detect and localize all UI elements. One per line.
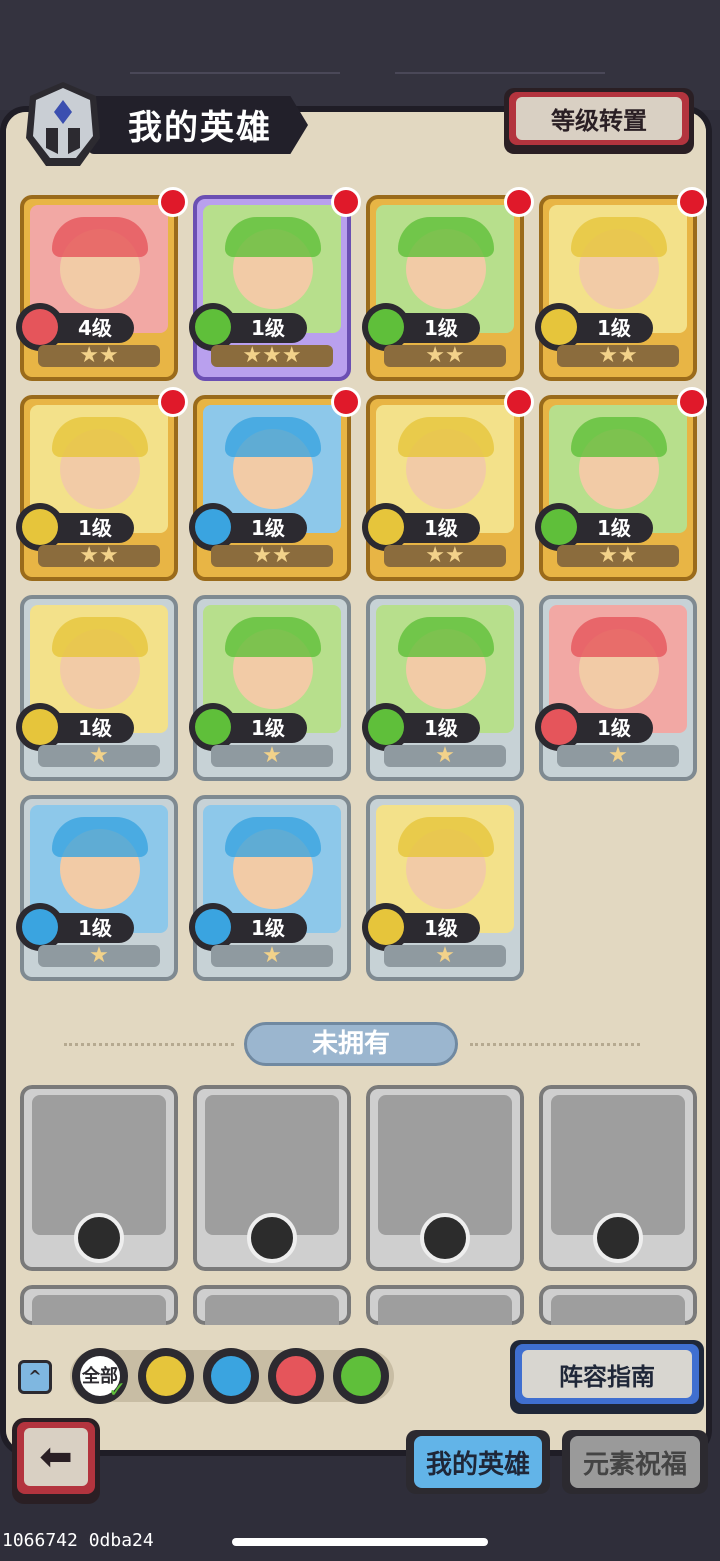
wind-element-icon	[189, 703, 237, 751]
hero-stars: ★	[384, 945, 506, 967]
water-element-icon	[420, 1213, 470, 1263]
hero-stars: ★	[211, 945, 333, 967]
notification-dot	[677, 187, 707, 217]
wind-element-icon	[189, 303, 237, 351]
earth-element-icon	[362, 503, 410, 551]
hero-silhouette	[378, 1295, 512, 1325]
back-arrow-icon: ⬅	[24, 1428, 88, 1486]
fire-element-icon	[16, 303, 64, 351]
divider-right	[470, 1043, 640, 1046]
wind-element-icon	[535, 503, 583, 551]
wind-element-icon	[341, 1356, 381, 1396]
title-banner: 我的英雄	[18, 78, 308, 166]
hero-card[interactable]: 1级 ★★★	[189, 187, 361, 381]
hero-silhouette	[551, 1295, 685, 1325]
hero-stars: ★	[38, 745, 160, 767]
locked-hero-card[interactable]	[20, 1085, 178, 1271]
water-element-icon	[74, 1213, 124, 1263]
wind-element-icon	[362, 703, 410, 751]
hero-stars: ★	[211, 745, 333, 767]
hero-card[interactable]: 1级 ★	[189, 595, 351, 781]
hero-stars: ★★	[557, 345, 679, 367]
filter-wind-button[interactable]	[333, 1348, 389, 1404]
locked-hero-card[interactable]	[539, 1085, 697, 1271]
helmet-icon	[26, 82, 100, 166]
collapse-toggle[interactable]: ^	[18, 1360, 52, 1394]
tab-my-heroes[interactable]: 我的英雄	[406, 1430, 550, 1494]
hero-card[interactable]: 1级 ★★	[535, 387, 707, 581]
notification-dot	[677, 387, 707, 417]
lineup-guide-button[interactable]: 阵容指南	[510, 1340, 704, 1414]
fire-element-icon	[276, 1356, 316, 1396]
hero-card[interactable]: 1级 ★★	[16, 387, 188, 581]
water-element-icon	[211, 1356, 251, 1396]
hero-stars: ★★	[38, 345, 160, 367]
hero-stars: ★★	[38, 545, 160, 567]
earth-element-icon	[535, 303, 583, 351]
hero-stars: ★	[557, 745, 679, 767]
hero-stars: ★★	[384, 545, 506, 567]
not-owned-header: 未拥有	[244, 1022, 458, 1066]
hero-stars: ★	[384, 745, 506, 767]
water-element-icon	[16, 903, 64, 951]
notification-dot	[331, 187, 361, 217]
hero-card[interactable]: 1级 ★	[189, 795, 351, 981]
notification-dot	[158, 187, 188, 217]
hero-silhouette	[32, 1295, 166, 1325]
locked-hero-card[interactable]	[193, 1085, 351, 1271]
locked-hero-card[interactable]	[366, 1085, 524, 1271]
hero-stars: ★★	[557, 545, 679, 567]
earth-element-icon	[362, 903, 410, 951]
filter-all-button[interactable]: 全部 ✓	[72, 1348, 128, 1404]
locked-hero-card[interactable]	[539, 1285, 697, 1325]
notification-dot	[504, 387, 534, 417]
water-element-icon	[189, 903, 237, 951]
earth-element-icon	[146, 1356, 186, 1396]
locked-hero-card[interactable]	[193, 1285, 351, 1325]
page-title: 我的英雄	[128, 108, 272, 148]
fire-element-icon	[535, 703, 583, 751]
tab-element-blessing[interactable]: 元素祝福	[562, 1430, 708, 1494]
notification-dot	[331, 387, 361, 417]
water-element-icon	[247, 1213, 297, 1263]
divider-left	[64, 1043, 234, 1046]
hero-stars: ★	[38, 945, 160, 967]
wind-element-icon	[362, 303, 410, 351]
hero-card[interactable]: 1级 ★	[362, 795, 524, 981]
locked-hero-card[interactable]	[366, 1285, 524, 1325]
earth-element-icon	[16, 503, 64, 551]
earth-element-icon	[16, 703, 64, 751]
hero-card[interactable]: 4级 ★★	[16, 187, 188, 381]
filter-earth-button[interactable]	[138, 1348, 194, 1404]
notification-dot	[158, 387, 188, 417]
hero-card[interactable]: 1级 ★	[535, 595, 697, 781]
water-element-icon	[189, 503, 237, 551]
level-transfer-button[interactable]: 等级转置	[504, 88, 694, 154]
hero-card[interactable]: 1级 ★★	[535, 187, 707, 381]
filter-fire-button[interactable]	[268, 1348, 324, 1404]
hero-stars: ★★	[211, 545, 333, 567]
hero-stars: ★★	[384, 345, 506, 367]
hero-card[interactable]: 1级 ★★	[189, 387, 361, 581]
hero-card[interactable]: 1级 ★★	[362, 387, 534, 581]
home-indicator[interactable]	[232, 1538, 488, 1546]
hero-silhouette	[205, 1295, 339, 1325]
check-icon: ✓	[108, 1378, 127, 1403]
hero-stars: ★★★	[211, 345, 333, 367]
filter-water-button[interactable]	[203, 1348, 259, 1404]
locked-hero-card[interactable]	[20, 1285, 178, 1325]
hero-card[interactable]: 1级 ★	[362, 595, 524, 781]
notification-dot	[504, 187, 534, 217]
build-info: 1066742 0dba24	[2, 1530, 154, 1551]
hero-card[interactable]: 1级 ★	[16, 595, 178, 781]
water-element-icon	[593, 1213, 643, 1263]
hero-card[interactable]: 1级 ★	[16, 795, 178, 981]
hero-card[interactable]: 1级 ★★	[362, 187, 534, 381]
back-button[interactable]: ⬅	[12, 1418, 100, 1504]
